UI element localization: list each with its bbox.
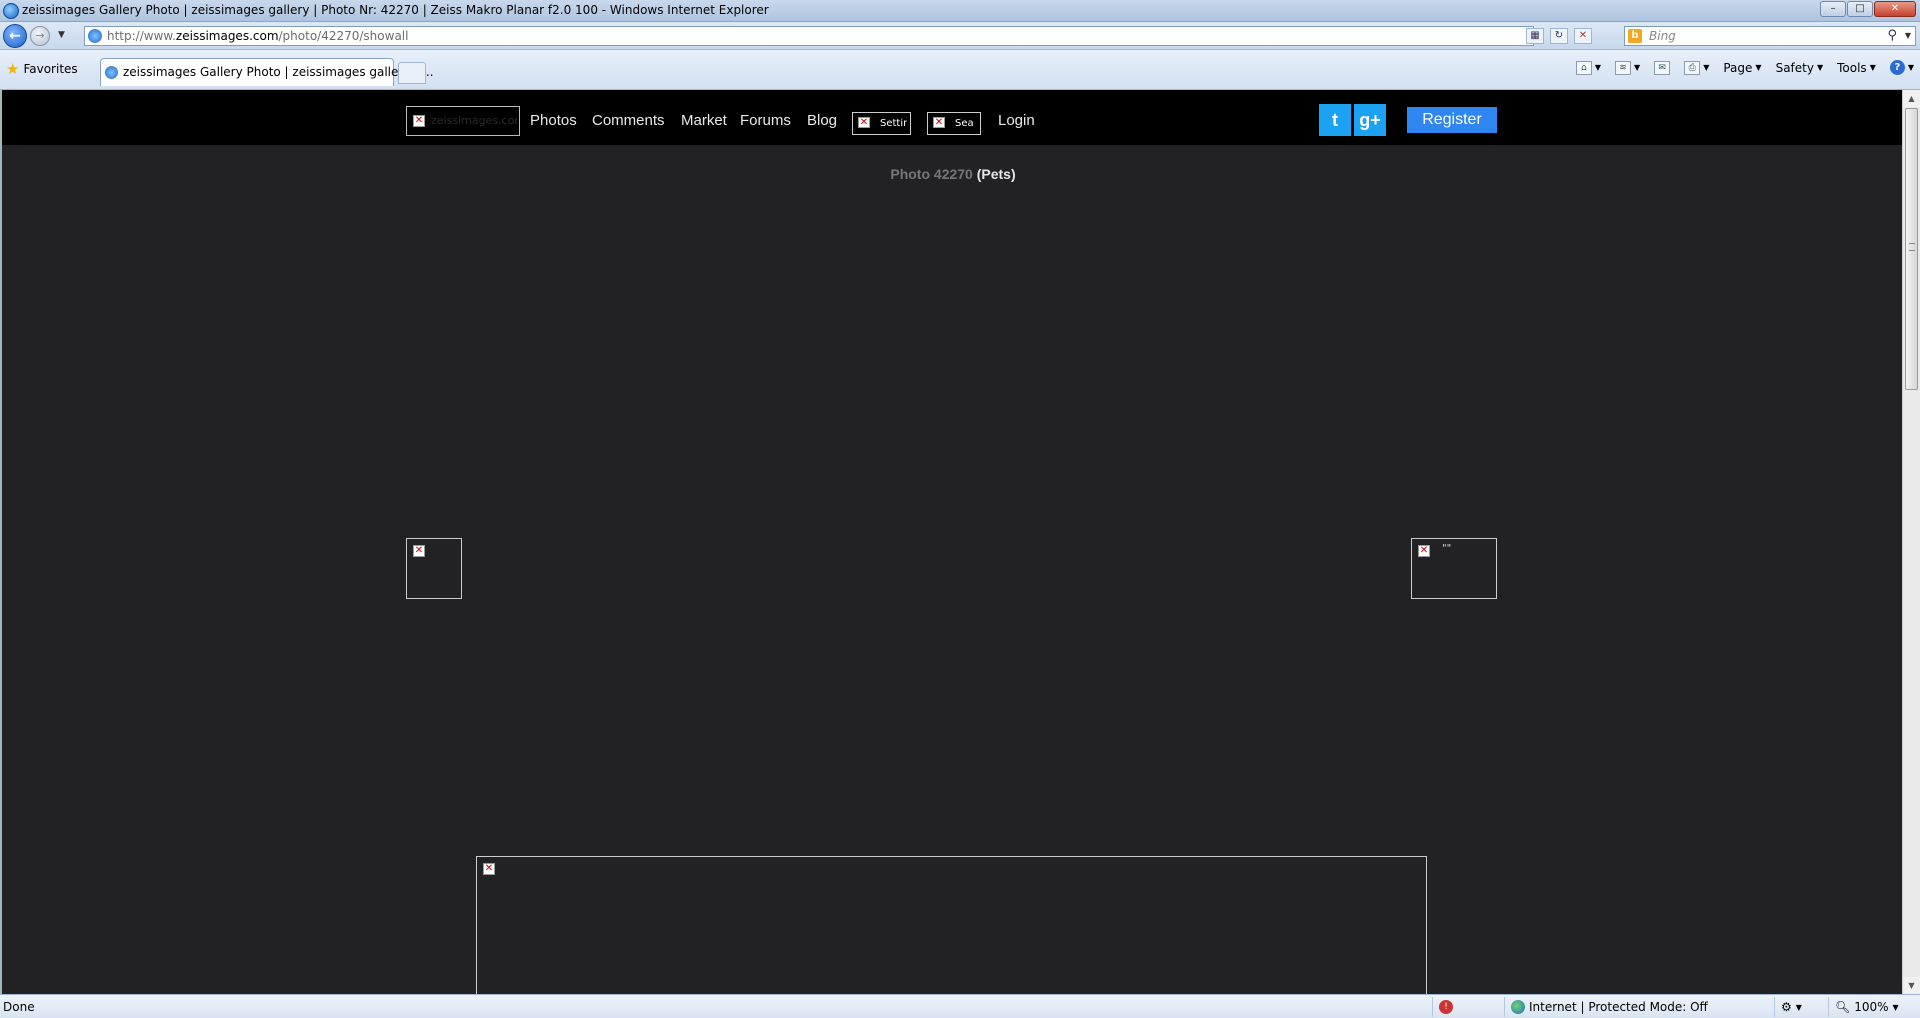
- star-icon: ★: [6, 60, 20, 78]
- broken-image-icon: ✕: [483, 863, 495, 875]
- stop-icon[interactable]: ✕: [1574, 28, 1592, 44]
- address-bar[interactable]: http://www.zeissimages.com/photo/42270/s…: [84, 26, 1534, 46]
- photo-category[interactable]: (Pets): [977, 166, 1016, 182]
- search-dropdown[interactable]: ▼: [1905, 31, 1911, 40]
- page-menu[interactable]: Page ▼: [1723, 61, 1761, 75]
- search-alt-text: Sea: [955, 118, 974, 129]
- refresh-icon[interactable]: ↻: [1550, 28, 1568, 44]
- address-tools: ▦ ↻ ✕: [1526, 28, 1592, 44]
- address-toolbar: ← → ▼ http://www.zeissimages.com/photo/4…: [0, 22, 1920, 50]
- nav-link-forums[interactable]: Forums: [740, 112, 791, 129]
- window-titlebar: zeissimages Gallery Photo | zeissimages …: [0, 0, 1920, 22]
- nav-link-blog[interactable]: Blog: [807, 112, 837, 129]
- security-zone[interactable]: Internet | Protected Mode: Off: [1504, 997, 1774, 1017]
- window-title: zeissimages Gallery Photo | zeissimages …: [22, 3, 769, 17]
- logo-alt-text: zeissimages.com: [431, 114, 517, 127]
- feeds-button[interactable]: ≋ ▼: [1615, 60, 1640, 75]
- protected-mode-toggle[interactable]: ⚙ ▼: [1774, 997, 1828, 1017]
- privacy-segment[interactable]: !: [1432, 997, 1504, 1017]
- home-icon: ⌂: [1575, 60, 1592, 75]
- search-box[interactable]: b Bing ⚲ ▼: [1624, 26, 1916, 46]
- next-alt-text: "": [1442, 543, 1452, 554]
- page-title: Photo 42270 (Pets): [2, 166, 1902, 182]
- globe-icon: [1511, 1000, 1525, 1014]
- twitter-icon[interactable]: t: [1319, 104, 1351, 136]
- nav-link-market[interactable]: Market: [681, 112, 727, 129]
- settings-button[interactable]: ✕ Settir: [852, 112, 911, 135]
- ie-icon: [3, 3, 19, 19]
- print-icon: ⎙: [1684, 60, 1701, 75]
- feeds-icon: ≋: [1615, 60, 1632, 75]
- help-menu[interactable]: ? ▼: [1889, 60, 1914, 75]
- site-logo[interactable]: ✕ zeissimages.com: [406, 106, 520, 136]
- tab-active[interactable]: zeissimages Gallery Photo | zeissimages …: [100, 58, 434, 86]
- close-button[interactable]: ✕: [1874, 1, 1916, 17]
- status-text: Done: [3, 1000, 35, 1014]
- home-button[interactable]: ⌂ ▼: [1575, 60, 1601, 75]
- broken-image-icon: ✕: [933, 117, 945, 128]
- broken-image-icon: ✕: [413, 545, 425, 557]
- broken-image-icon: ✕: [1418, 545, 1430, 557]
- safety-menu[interactable]: Safety ▼: [1776, 61, 1824, 75]
- broken-image-icon: ✕: [413, 115, 425, 127]
- page-icon: [88, 29, 102, 43]
- compatibility-view-icon[interactable]: ▦: [1526, 28, 1544, 44]
- next-photo-link[interactable]: ✕ "": [1411, 538, 1497, 599]
- search-icon[interactable]: ⚲: [1887, 28, 1897, 43]
- zoom-icon: 🔍︎: [1835, 1000, 1851, 1014]
- mail-icon: ✉: [1654, 60, 1671, 75]
- nav-link-photos[interactable]: Photos: [530, 112, 577, 129]
- google-plus-icon[interactable]: g+: [1354, 104, 1386, 136]
- new-tab-button[interactable]: [398, 62, 426, 84]
- broken-image-icon: ✕: [858, 117, 870, 128]
- zoom-level: 100%: [1854, 1000, 1889, 1014]
- status-bar: Done ! Internet | Protected Mode: Off ⚙ ▼…: [0, 994, 1920, 1018]
- forward-button[interactable]: →: [30, 26, 50, 46]
- tab-page-icon: [105, 66, 118, 79]
- recent-pages-dropdown[interactable]: ▼: [58, 30, 65, 40]
- privacy-shield-icon: !: [1439, 1000, 1453, 1014]
- vertical-scrollbar[interactable]: ▲ ▼: [1902, 90, 1920, 994]
- url-text[interactable]: http://www.zeissimages.com/photo/42270/s…: [107, 29, 408, 43]
- bing-icon: b: [1628, 29, 1642, 43]
- help-icon: ?: [1889, 60, 1905, 75]
- scroll-down-arrow[interactable]: ▼: [1903, 977, 1920, 994]
- register-button[interactable]: Register: [1407, 107, 1497, 133]
- zoom-control[interactable]: 🔍︎ 100% ▼: [1828, 997, 1916, 1017]
- back-button[interactable]: ←: [3, 24, 27, 48]
- window-controls: – □ ✕: [1820, 1, 1916, 17]
- main-photo[interactable]: ✕: [476, 856, 1427, 994]
- command-bar: ⌂ ▼ ≋ ▼ ✉ ⎙ ▼ Page ▼ Safety ▼ Tools ▼ ? ▼: [1575, 60, 1914, 75]
- zone-text: Internet | Protected Mode: Off: [1529, 1000, 1708, 1014]
- favorites-label: Favorites: [23, 62, 78, 76]
- tab-label: zeissimages Gallery Photo | zeissimages …: [123, 65, 434, 79]
- print-button[interactable]: ⎙ ▼: [1684, 60, 1709, 75]
- search-placeholder[interactable]: Bing: [1649, 29, 1676, 43]
- forward-icon: →: [35, 29, 45, 42]
- favorites-button[interactable]: ★ Favorites: [6, 60, 78, 78]
- login-link[interactable]: Login: [998, 112, 1035, 129]
- nav-link-comments[interactable]: Comments: [592, 112, 665, 129]
- back-icon: ←: [9, 28, 21, 44]
- protected-mode-icon: ⚙: [1781, 1000, 1792, 1014]
- site-navbar: ✕ zeissimages.com Photos Comments Market…: [2, 90, 1902, 145]
- previous-photo-link[interactable]: ✕: [406, 538, 462, 599]
- web-page: ✕ zeissimages.com Photos Comments Market…: [0, 90, 1902, 994]
- minimize-button[interactable]: –: [1820, 1, 1846, 17]
- tools-menu[interactable]: Tools ▼: [1837, 61, 1876, 75]
- maximize-button[interactable]: □: [1847, 1, 1873, 17]
- photo-number: Photo 42270: [890, 166, 973, 182]
- read-mail-button[interactable]: ✉: [1654, 60, 1671, 75]
- favorites-bar: ★ Favorites zeissimages Gallery Photo | …: [0, 50, 1920, 90]
- settings-alt-text: Settir: [880, 118, 908, 129]
- scroll-thumb[interactable]: [1905, 108, 1918, 390]
- scroll-up-arrow[interactable]: ▲: [1903, 90, 1920, 107]
- search-button[interactable]: ✕ Sea: [927, 112, 981, 135]
